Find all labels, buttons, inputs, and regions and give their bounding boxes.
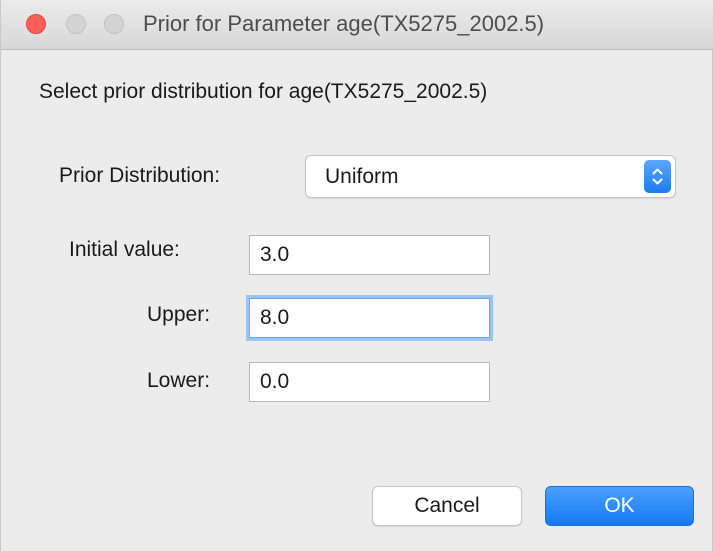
window-title: Prior for Parameter age(TX5275_2002.5) [143,11,545,36]
upper-field[interactable] [249,298,490,338]
lower-label: Lower: [147,369,211,392]
prior-distribution-select[interactable]: Uniform [305,155,676,198]
zoom-window-button[interactable] [104,14,124,34]
initial-value-label: Initial value: [69,238,180,261]
prior-dialog: Prior for Parameter age(TX5275_2002.5) S… [0,0,713,551]
lower-field[interactable] [249,362,490,402]
prior-distribution-label: Prior Distribution: [59,164,221,187]
cancel-button[interactable]: Cancel [372,486,522,526]
select-stepper-icon [644,160,671,193]
prior-distribution-value: Uniform [325,165,399,188]
upper-label: Upper: [147,303,211,326]
prompt-text: Select prior distribution for age(TX5275… [39,80,488,103]
initial-value-field[interactable] [249,235,490,275]
title-bar: Prior for Parameter age(TX5275_2002.5) [1,0,713,50]
minimize-window-button[interactable] [66,14,86,34]
ok-button[interactable]: OK [545,486,694,526]
close-window-button[interactable] [26,14,46,34]
